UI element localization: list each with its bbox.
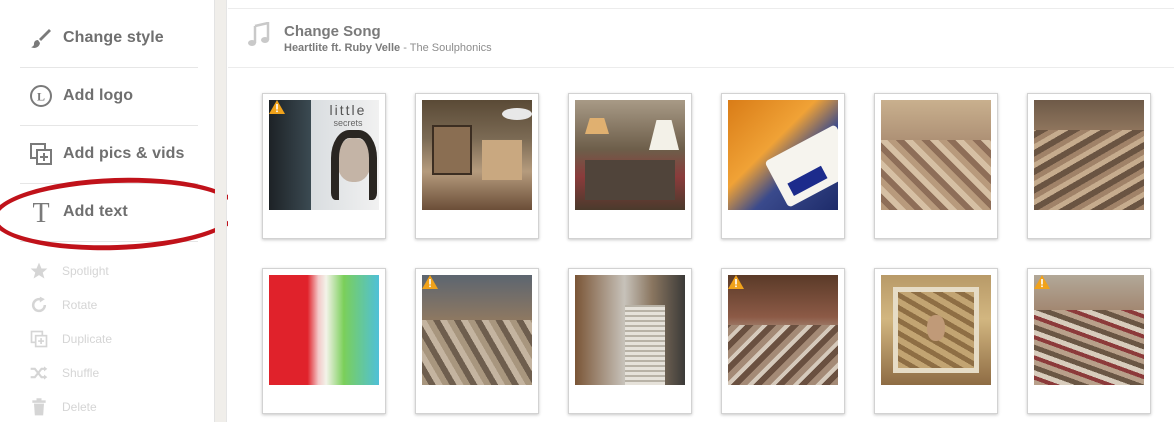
change-style-button[interactable]: Change style [0, 9, 200, 67]
logo-circle-icon: L [28, 83, 54, 109]
window-clutter-photo [881, 275, 991, 385]
photo-tile-10[interactable] [721, 268, 845, 414]
photo-tile-8[interactable] [415, 268, 539, 414]
add-pics-vids-label: Add pics & vids [63, 145, 185, 162]
album-title: little [329, 102, 367, 118]
main-panel: Change Song Heartlite ft. Ruby Velle - T… [228, 0, 1174, 422]
warning-icon [1034, 275, 1050, 289]
photo-tile-9[interactable] [568, 268, 692, 414]
panel-divider [215, 0, 227, 422]
photo-tile-6[interactable] [1027, 93, 1151, 239]
rotate-icon [28, 295, 50, 315]
shelf-shape [432, 125, 472, 175]
change-song-bar[interactable]: Change Song Heartlite ft. Ruby Velle - T… [228, 8, 1174, 68]
add-pics-icon [28, 141, 54, 167]
photo-tile-12[interactable] [1027, 268, 1151, 414]
photo-tile-7[interactable] [262, 268, 386, 414]
photo-tile-3[interactable] [568, 93, 692, 239]
clutter-photo [422, 100, 532, 210]
duplicate-label: Duplicate [62, 332, 113, 346]
delete-button[interactable]: Delete [28, 396, 97, 418]
change-style-label: Change style [63, 29, 164, 46]
shuffle-icon [28, 363, 50, 383]
album-cover-text: little secrets [317, 102, 379, 128]
text-t-icon: T [28, 199, 54, 225]
shuffle-button[interactable]: Shuffle [28, 362, 99, 384]
spotlight-button[interactable]: Spotlight [28, 260, 109, 282]
photo-tile-11[interactable] [874, 268, 998, 414]
box-shape [482, 140, 522, 180]
photo-tile-2[interactable] [415, 93, 539, 239]
clutter-photo [575, 100, 685, 210]
duplicate-button[interactable]: Duplicate [28, 328, 112, 350]
clutter-photo [728, 275, 838, 385]
add-text-label: Add text [63, 203, 128, 220]
add-logo-label: Add logo [63, 87, 134, 104]
clutter-pile-shape [1034, 310, 1144, 385]
clutter-photo [422, 275, 532, 385]
clutter-photo [1034, 100, 1144, 210]
clutter-pile-shape [728, 325, 838, 385]
lamp-shade-shape [649, 120, 679, 150]
song-info: Heartlite ft. Ruby Velle - The Soulphoni… [284, 42, 492, 54]
change-song-title: Change Song [284, 22, 381, 40]
artist-name: The Soulphonics [409, 41, 492, 54]
card-stripe [787, 165, 828, 196]
lamp-shape [502, 108, 532, 120]
clutter-pile-shape [1034, 130, 1144, 210]
clutter-photo [881, 100, 991, 210]
colorful-covers-photo [269, 275, 379, 385]
rotate-label: Rotate [62, 298, 98, 312]
photo-tile-5[interactable] [874, 93, 998, 239]
stairs-clutter-photo [575, 275, 685, 385]
delete-label: Delete [62, 400, 97, 414]
duplicate-icon [28, 329, 50, 349]
credit-card-shape [764, 124, 838, 208]
clutter-photo [1034, 275, 1144, 385]
trash-icon [28, 397, 50, 417]
add-logo-button[interactable]: L Add logo [0, 67, 200, 125]
album-subtitle: secrets [333, 118, 363, 128]
spotlight-label: Spotlight [62, 264, 109, 278]
separator: - [400, 41, 410, 54]
album-cover-photo: little secrets [269, 100, 379, 210]
svg-text:L: L [37, 90, 45, 104]
photo-tile-1[interactable]: little secrets [262, 93, 386, 239]
rotate-button[interactable]: Rotate [28, 294, 97, 316]
lamp-shade-shape [585, 118, 609, 134]
add-text-button[interactable]: T Add text [0, 183, 200, 241]
sidebar: Change style L Add logo Add pics & vids … [0, 0, 215, 422]
shuffle-label: Shuffle [62, 366, 100, 380]
clutter-pile-shape [422, 320, 532, 385]
track-name: Heartlite ft. Ruby Velle [284, 41, 401, 54]
face-shape [927, 315, 945, 341]
divider [20, 241, 198, 242]
photo-tile-4[interactable] [721, 93, 845, 239]
brush-icon [28, 25, 54, 51]
clutter-shape [585, 160, 675, 200]
warning-icon [269, 100, 285, 114]
clutter-pile-shape [881, 140, 991, 210]
svg-text:T: T [32, 199, 49, 225]
warning-icon [728, 275, 744, 289]
add-pics-vids-button[interactable]: Add pics & vids [0, 125, 200, 183]
credit-cards-photo [728, 100, 838, 210]
star-icon [28, 261, 50, 281]
paper-stack-shape [625, 305, 665, 385]
music-note-icon [246, 20, 272, 55]
hair-shape [331, 130, 377, 200]
warning-icon [422, 275, 438, 289]
